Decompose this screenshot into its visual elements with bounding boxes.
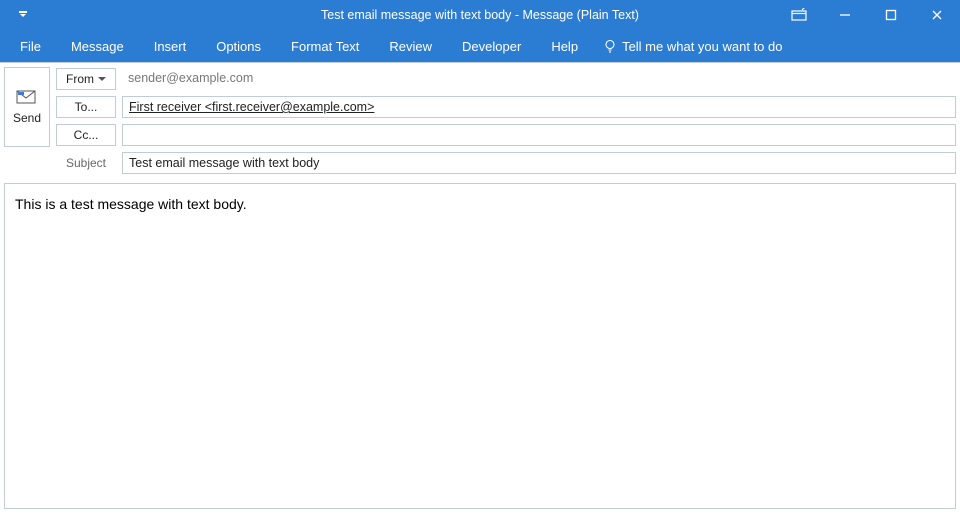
titlebar: Test email message with text body - Mess… (0, 0, 960, 30)
cc-input[interactable] (122, 124, 956, 146)
tab-file[interactable]: File (6, 33, 55, 60)
to-button[interactable]: To... (56, 96, 116, 118)
from-row: From sender@example.com (56, 67, 956, 91)
body-text: This is a test message with text body. (15, 196, 247, 212)
header-fields: From sender@example.com To... First rece… (56, 67, 956, 179)
quick-access-customize[interactable] (0, 11, 46, 19)
message-header: Send From sender@example.com To... First… (0, 63, 960, 179)
from-button[interactable]: From (56, 68, 116, 90)
tab-help[interactable]: Help (537, 33, 592, 60)
tab-developer[interactable]: Developer (448, 33, 535, 60)
send-button[interactable]: Send (4, 67, 50, 147)
minimize-button[interactable] (822, 0, 868, 30)
tab-insert[interactable]: Insert (140, 33, 201, 60)
to-recipient: First receiver <first.receiver@example.c… (129, 100, 374, 114)
subject-input[interactable]: Test email message with text body (122, 152, 956, 174)
chevron-down-icon (19, 11, 27, 19)
ribbon-tabs: File Message Insert Options Format Text … (0, 30, 960, 62)
to-label: To... (75, 97, 98, 117)
message-body[interactable]: This is a test message with text body. (4, 183, 956, 509)
lightbulb-icon (604, 39, 616, 53)
from-value: sender@example.com (122, 68, 956, 90)
tell-me-search[interactable]: Tell me what you want to do (594, 33, 792, 60)
to-input[interactable]: First receiver <first.receiver@example.c… (122, 96, 956, 118)
subject-label: Subject (56, 152, 116, 174)
compose-area: Send From sender@example.com To... First… (0, 62, 960, 509)
ribbon-display-options[interactable] (776, 0, 822, 30)
window-controls (776, 0, 960, 30)
close-button[interactable] (914, 0, 960, 30)
cc-row: Cc... (56, 123, 956, 147)
send-label: Send (13, 111, 41, 125)
tab-review[interactable]: Review (375, 33, 446, 60)
from-label: From (66, 69, 94, 89)
cc-label: Cc... (74, 125, 99, 145)
tab-format-text[interactable]: Format Text (277, 33, 373, 60)
envelope-send-icon (16, 89, 38, 105)
subject-row: Subject Test email message with text bod… (56, 151, 956, 175)
cc-button[interactable]: Cc... (56, 124, 116, 146)
tell-me-label: Tell me what you want to do (622, 39, 782, 54)
to-row: To... First receiver <first.receiver@exa… (56, 95, 956, 119)
chevron-down-icon (98, 77, 106, 81)
tab-options[interactable]: Options (202, 33, 275, 60)
tab-message[interactable]: Message (57, 33, 138, 60)
maximize-button[interactable] (868, 0, 914, 30)
